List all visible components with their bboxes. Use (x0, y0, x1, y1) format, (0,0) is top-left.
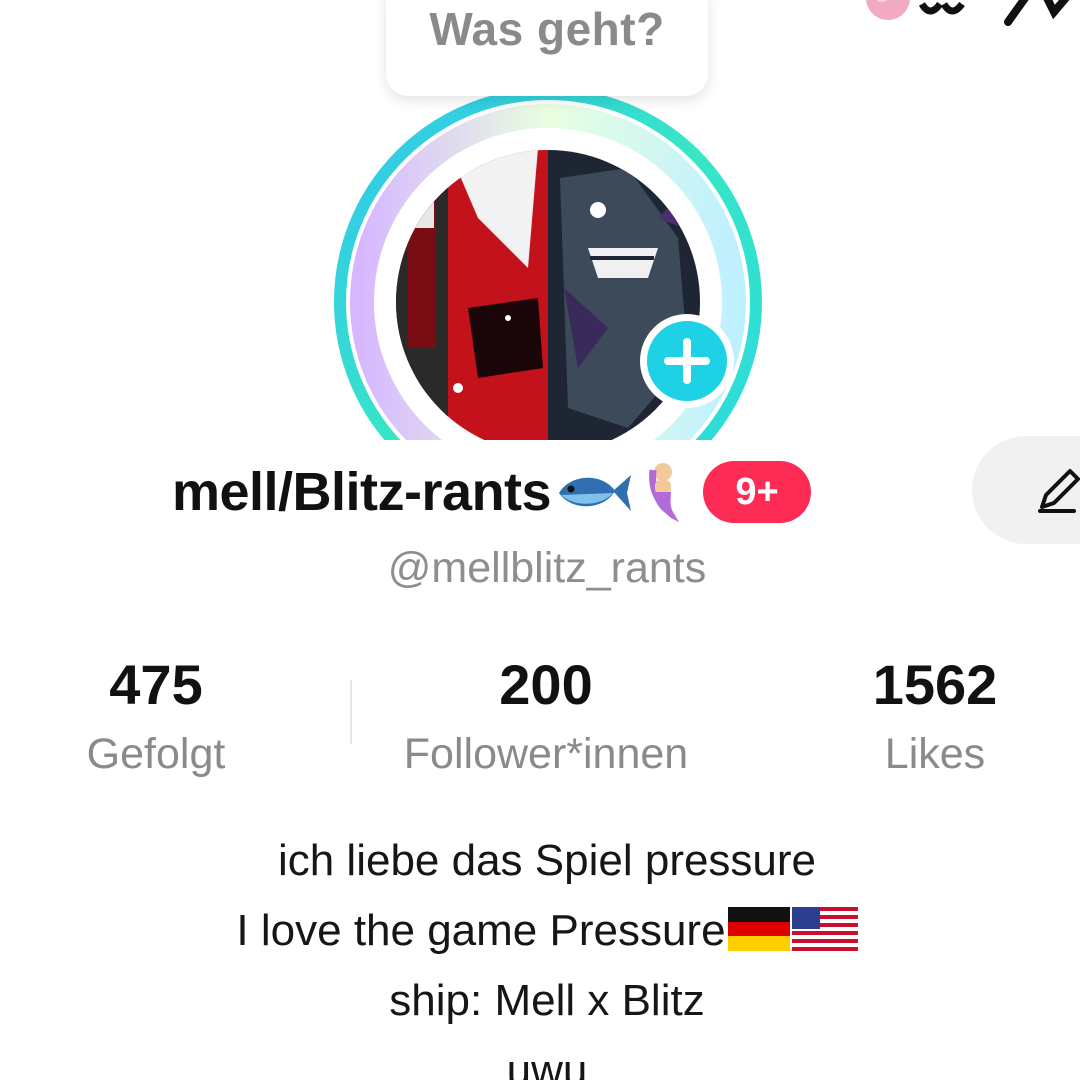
status-bubble[interactable]: Was geht? (386, 0, 708, 96)
bio: ich liebe das Spiel pressure I love the … (0, 826, 1080, 1080)
status-bubble-text: Was geht? (429, 3, 665, 55)
bio-line: uwu (506, 1046, 588, 1080)
followers-label: Follower*innen (403, 730, 689, 778)
usa-flag-icon (791, 907, 858, 951)
top-right-sticker-icon (866, 0, 1070, 26)
following-count: 475 (109, 653, 203, 716)
pencil-icon (1038, 469, 1080, 513)
profile-page: Was geht? mell/Blitz-rants 9+ @mellblitz… (0, 0, 1080, 1080)
stat-divider (350, 680, 352, 744)
bio-line-text: I love the game Pressure (236, 906, 726, 955)
bio-line-with-flags: I love the game Pressure (0, 896, 1080, 966)
fish-icon (559, 475, 632, 511)
stat-followers[interactable]: 200 Follower*innen (360, 650, 732, 784)
name-row: mell/Blitz-rants 9+ (172, 452, 812, 532)
germany-flag-icon (727, 907, 790, 951)
likes-count: 1562 (872, 653, 998, 716)
display-name: mell/Blitz-rants (172, 462, 552, 522)
plus-icon (664, 338, 710, 384)
likes-label: Likes (884, 730, 986, 778)
bio-line: ship: Mell x Blitz (389, 976, 705, 1025)
following-label: Gefolgt (86, 730, 226, 778)
username-handle: @mellblitz_rants (387, 544, 707, 592)
followers-count: 200 (499, 653, 593, 716)
stat-following[interactable]: 475 Gefolgt (40, 650, 272, 784)
notification-badge[interactable]: 9+ (703, 461, 812, 523)
mermaid-icon (649, 463, 680, 522)
add-story-button[interactable] (640, 314, 734, 408)
stat-likes[interactable]: 1562 Likes (810, 650, 1060, 784)
bio-line: ich liebe das Spiel pressure (277, 836, 817, 885)
edit-profile-button[interactable] (972, 436, 1080, 544)
